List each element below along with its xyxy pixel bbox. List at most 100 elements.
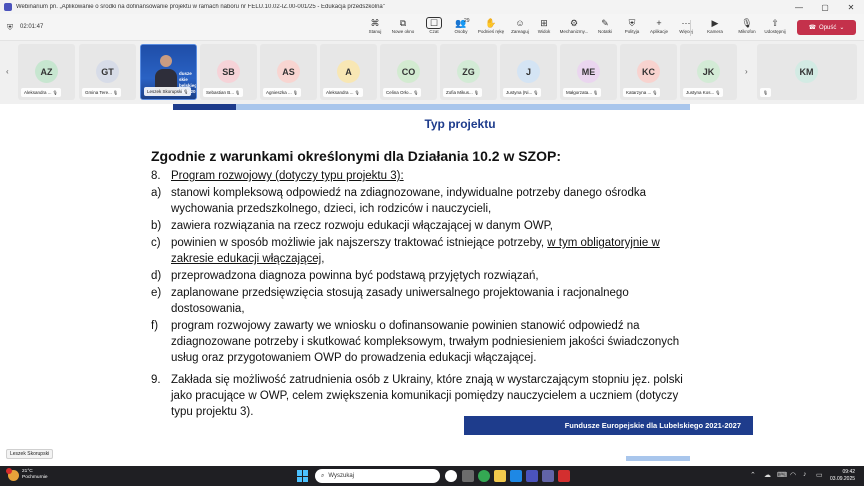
- mic-muted-icon: 🎙: [763, 90, 769, 95]
- scroll-right-icon[interactable]: ›: [745, 67, 748, 76]
- toolbar-button-nowe-okno[interactable]: ⧉ Nowe okno: [390, 17, 416, 39]
- clock-time: 09:42: [842, 469, 856, 475]
- taskbar-search[interactable]: ⌕ Wyszukaj: [315, 469, 440, 483]
- toolbar-button-label: Zareaguj: [511, 29, 529, 34]
- avatar: SB: [217, 60, 240, 83]
- list-item-a-line2: wychowania przedszkolnego, dzieci, ich r…: [171, 203, 492, 215]
- toolbar-button-mechanizmy[interactable]: ⚙ Mechanizmy...: [559, 17, 589, 39]
- weather-icon: [6, 467, 19, 481]
- teams-meeting-icon[interactable]: [542, 470, 554, 482]
- participant-name-text: Katarzyna ...: [626, 90, 652, 95]
- participant-tile[interactable]: ZG Zofia Mikus... 🎙: [440, 44, 497, 100]
- leave-button[interactable]: ☎ Opuść ⌄: [797, 20, 856, 35]
- wifi-icon[interactable]: ◠: [790, 471, 796, 479]
- toolbar-button-stanuj[interactable]: ⌘ Stanuj: [362, 17, 388, 39]
- mic-muted-icon: 🎙: [182, 89, 189, 94]
- start-button[interactable]: [297, 470, 309, 482]
- toolbar-button-notatki[interactable]: ✎ Notatki: [592, 17, 618, 39]
- raise-hand-icon: ✋: [485, 18, 497, 28]
- chevron-up-icon[interactable]: ⌃: [750, 471, 756, 479]
- slide-top-bar-light: [236, 104, 690, 110]
- participant-video-tile[interactable]: dusze skie belskiego 2021-20Leszek Skoru…: [140, 44, 197, 100]
- copilot-icon[interactable]: [445, 470, 457, 482]
- chevron-down-icon[interactable]: ⌄: [839, 24, 844, 31]
- participant-tile[interactable]: CO Celina Orło... 🎙: [380, 44, 437, 100]
- toolbar-button-osoby[interactable]: 👥 29 Osoby: [448, 17, 474, 39]
- apps-icon: ⚙: [569, 18, 579, 28]
- participant-tile[interactable]: AZ Aleksandra ... 🎙: [18, 44, 75, 100]
- item-9-line3: typu projektu 3).: [171, 406, 254, 418]
- toolbar-button-label: Mechanizmy...: [559, 29, 589, 34]
- people-count: 29: [464, 18, 470, 24]
- teams-icon[interactable]: [526, 470, 538, 482]
- participant-name-text: Małgorzata...: [566, 90, 593, 95]
- outlook-icon[interactable]: [510, 470, 522, 482]
- toolbar-button-podnieś-rękę[interactable]: ✋ Podnieś rękę: [478, 17, 504, 39]
- participant-tile[interactable]: ME Małgorzata... 🎙: [560, 44, 617, 100]
- mic-muted-icon: 🎙: [353, 90, 360, 95]
- participant-name: Justyna Kos... 🎙: [683, 88, 724, 97]
- toolbar-button-label: Podnieś rękę: [477, 29, 505, 34]
- list-item-c-underlined-2: zakresie edukacji włączającej: [171, 253, 322, 265]
- participant-name: Katarzyna ... 🎙: [623, 88, 661, 97]
- window-titlebar: Webinarium pn. „Aplikowanie o środki na …: [0, 0, 864, 14]
- toolbar-button-aplikacje[interactable]: + Aplikacje: [646, 17, 672, 39]
- toolbar-button-label: Notatki: [597, 29, 612, 34]
- chat-icon: ☐: [426, 17, 442, 29]
- minimize-button[interactable]: —: [786, 0, 812, 14]
- file-explorer-icon[interactable]: [494, 470, 506, 482]
- participant-tile[interactable]: KM 🎙: [757, 44, 857, 100]
- participant-tile[interactable]: SB Sebastian B... 🎙: [200, 44, 257, 100]
- toolbar-button-udostępnij[interactable]: ⇧ Udostępnij: [762, 17, 788, 39]
- toolbar-button-mikrofon[interactable]: 🎙 Mikrofon: [734, 17, 760, 39]
- camera-icon: ▶: [711, 18, 719, 28]
- participant-name-text: Justyna Kos...: [686, 90, 715, 95]
- react-icon: ☺: [515, 18, 525, 28]
- participant-name: Celina Orło... 🎙: [383, 88, 422, 97]
- clock[interactable]: 09:42 03.09.2025: [830, 469, 855, 483]
- task-view-icon[interactable]: [462, 470, 474, 482]
- participant-name: Aleksandra ... 🎙: [323, 88, 363, 97]
- mic-muted-icon: 🎙: [592, 90, 599, 95]
- participant-name-text: Aleksandra ...: [326, 90, 354, 95]
- toolbar-button-kamera[interactable]: ▶ Kamera: [702, 17, 728, 39]
- list-item-c-line1: powinien w sposób możliwie jak najszersz…: [171, 237, 660, 249]
- avatar: JK: [697, 60, 720, 83]
- participant-tile[interactable]: A Aleksandra ... 🎙: [320, 44, 377, 100]
- participant-tile[interactable]: J Justyna (Ni... 🎙: [500, 44, 557, 100]
- list-label: f): [151, 320, 159, 332]
- search-placeholder: Wyszukaj: [328, 473, 354, 479]
- participant-tile[interactable]: AS Agnieszka ... 🎙: [260, 44, 317, 100]
- weather-widget[interactable]: 21°C Pochmurnie: [6, 467, 48, 481]
- toolbar-button-czat[interactable]: ☐ Czat: [421, 17, 447, 39]
- participant-tile[interactable]: GT Gmina Tere... 🎙: [79, 44, 136, 100]
- scroll-left-icon[interactable]: ‹: [6, 67, 9, 76]
- mic-muted-icon: 🎙: [472, 90, 479, 95]
- list-item-f-line2: zdiagnozowane potrzeby i skutkować kompl…: [171, 336, 680, 348]
- slide-heading: Zgodnie z warunkami określonymi dla Dzia…: [151, 148, 561, 164]
- toolbar-button-więcej[interactable]: ⋯ Więcej: [673, 17, 699, 39]
- participant-name: Justyna (Ni... 🎙: [503, 88, 542, 97]
- toolbar-button-label: Kamera: [707, 29, 723, 34]
- volume-icon[interactable]: ♪: [803, 471, 807, 478]
- share-icon: ⇧: [771, 18, 779, 28]
- participant-name-text: Agnieszka ...: [266, 90, 292, 95]
- acrobat-icon[interactable]: [558, 470, 570, 482]
- avatar: A: [337, 60, 360, 83]
- chrome-icon[interactable]: [478, 470, 490, 482]
- footer-banner: Fundusze Europejskie dla Lubelskiego 202…: [464, 416, 753, 435]
- participant-tile[interactable]: KC Katarzyna ... 🎙: [620, 44, 677, 100]
- clock-date: 03.09.2025: [830, 476, 856, 482]
- participant-name: Zofia Mikus... 🎙: [443, 88, 482, 97]
- phone-icon: ☎: [808, 25, 817, 31]
- search-icon: ⌕: [321, 472, 325, 479]
- participants-strip: ‹ AZ Aleksandra ... 🎙 GT Gmina Tere... 🎙 dus…: [0, 41, 864, 104]
- toolbar-button-zareaguj[interactable]: ☺ Zareaguj: [507, 17, 533, 39]
- maximize-button[interactable]: ▢: [812, 0, 838, 14]
- toolbar-button-polityja[interactable]: ⛨ Polityja: [619, 17, 645, 39]
- close-button[interactable]: ✕: [838, 0, 864, 14]
- mic-muted-icon: 🎙: [234, 90, 241, 95]
- participant-tile[interactable]: JK Justyna Kos... 🎙: [680, 44, 737, 100]
- toolbar-button-widok[interactable]: ⊞ Widok: [531, 17, 557, 39]
- notes-icon: ✎: [601, 18, 609, 28]
